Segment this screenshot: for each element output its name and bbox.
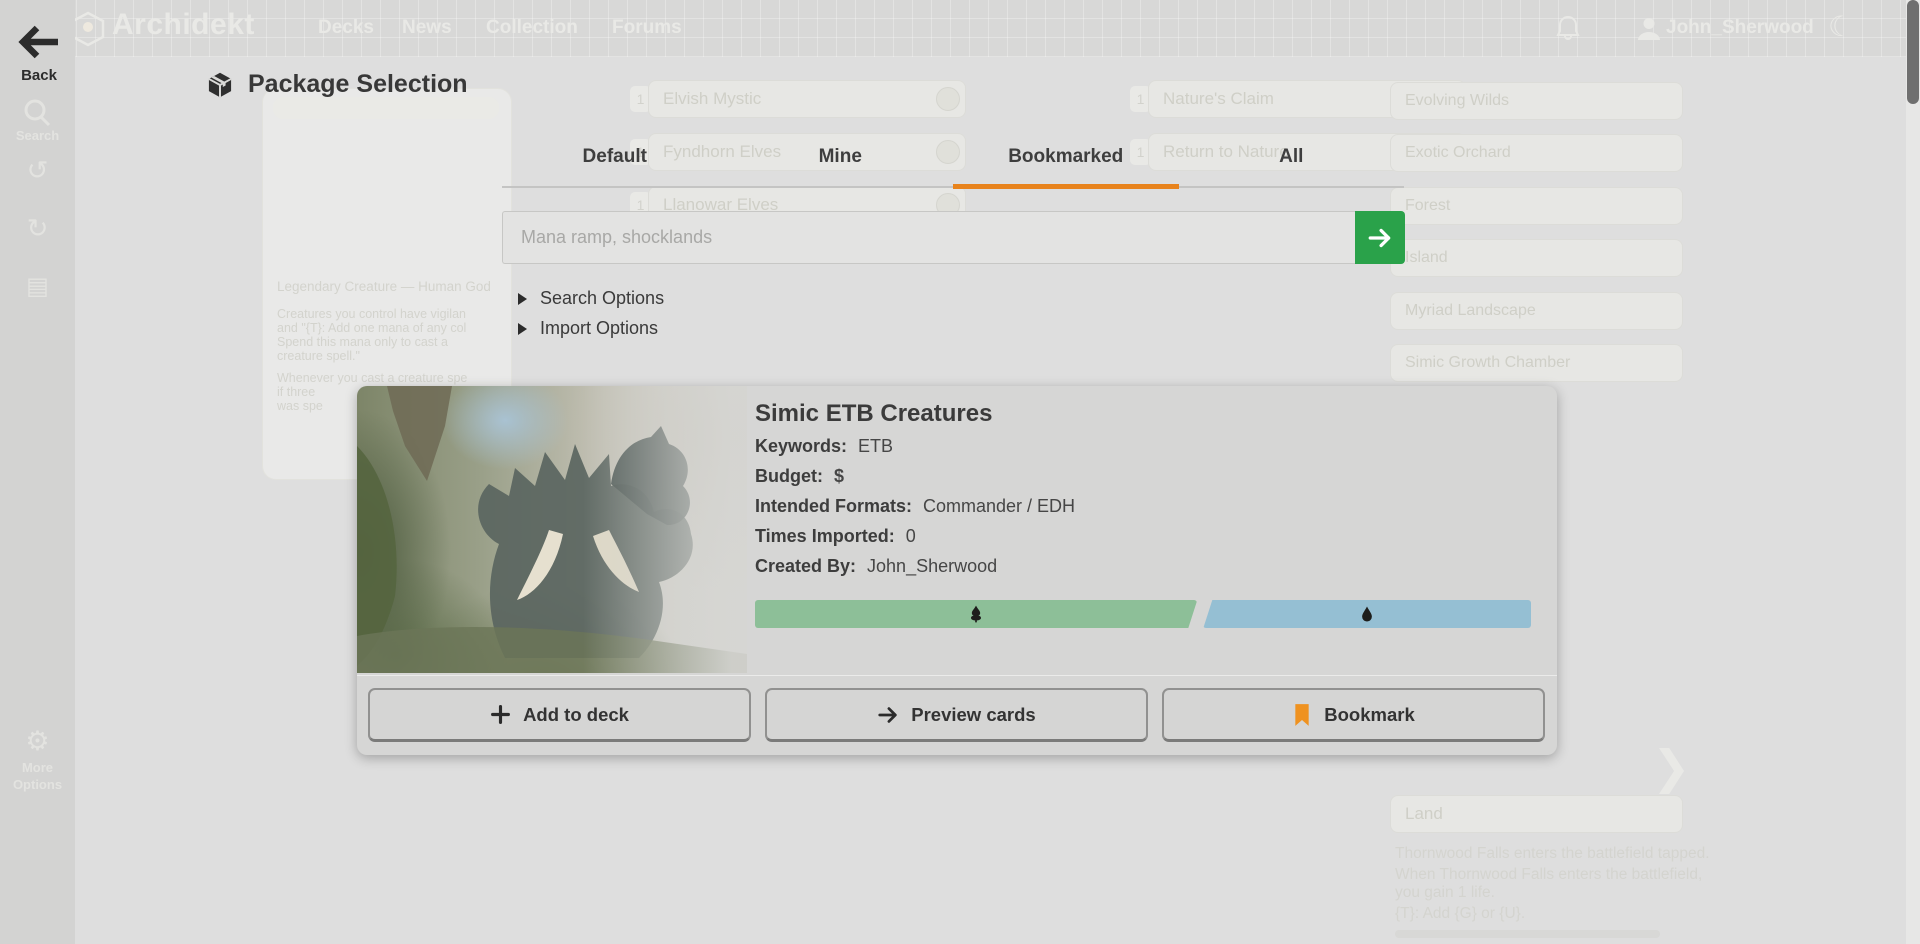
chevron-right-icon (518, 322, 527, 335)
package-icon (208, 72, 232, 97)
search-options-toggle[interactable]: Search Options (518, 288, 664, 309)
card-row: Island (1390, 239, 1683, 277)
card-row: Elvish Mystic (648, 80, 966, 118)
bg-rules-line: {T}: Add {G} or {U}. (1395, 905, 1526, 922)
arrow-right-icon (878, 706, 897, 723)
tab-bookmarked[interactable]: Bookmarked (953, 135, 1179, 189)
nav-link-news[interactable]: News (402, 17, 452, 39)
bg-flavor-bar (1395, 930, 1660, 938)
search-icon[interactable] (0, 98, 75, 128)
field-created-by: Created By: John_Sherwood (755, 556, 998, 576)
nav-link-forums[interactable]: Forums (612, 17, 682, 39)
user-icon[interactable] (1636, 15, 1662, 41)
arrow-right-icon (1368, 228, 1391, 247)
panel-divider (357, 675, 1557, 676)
mana-symbol-icon (936, 87, 960, 111)
card-rules-fragment: Creatures you control have vigilan (277, 307, 466, 321)
top-navbar: Archidekt Decks News Collection Forums J… (0, 0, 1920, 57)
bg-rules-line: you gain 1 life. (1395, 884, 1495, 901)
preview-cards-button[interactable]: Preview cards (765, 688, 1148, 742)
undo-icon[interactable]: ↺ (0, 155, 75, 186)
island-drop-icon (1362, 606, 1373, 622)
field-times-imported: Times Imported: 0 (755, 526, 916, 546)
tab-default[interactable]: Default (502, 135, 728, 186)
category-pill: Land (1390, 795, 1683, 833)
card-rules-fragment: if three (277, 385, 316, 399)
package-search-input[interactable] (502, 211, 1355, 264)
bookmark-icon (1295, 703, 1309, 726)
card-row: Evolving Wilds (1390, 82, 1683, 120)
chevron-right-icon (518, 292, 527, 305)
green-mana-segment (755, 600, 1197, 628)
page-title: Package Selection (206, 70, 468, 99)
archidekt-package-selection-screen: Archidekt Decks News Collection Forums J… (0, 0, 1920, 944)
moon-icon[interactable]: ☾ (1828, 10, 1853, 43)
gear-icon[interactable]: ⚙ (0, 726, 75, 757)
package-card: Simic ETB Creatures Keywords: ETB Budget:… (357, 386, 1557, 755)
import-options-label: Import Options (540, 318, 659, 338)
redo-icon[interactable]: ↻ (0, 213, 75, 244)
plus-icon (491, 705, 511, 724)
bg-rules-line: When Thornwood Falls enters the battlefi… (1395, 866, 1703, 883)
tab-bar: Default Mine Bookmarked All (502, 135, 1405, 189)
nav-link-collection[interactable]: Collection (486, 17, 578, 39)
preview-cards-label: Preview cards (911, 703, 1036, 725)
card-rules-fragment: Spend this mana only to cast a (277, 335, 448, 349)
card-rules-fragment: was spe (277, 399, 323, 413)
package-name: Simic ETB Creatures (755, 400, 993, 427)
bookmark-button[interactable]: Bookmark (1162, 688, 1545, 742)
field-intended-formats: Intended Formats: Commander / EDH (755, 496, 1076, 516)
card-row: Simic Growth Chamber (1390, 344, 1683, 382)
scrollbar-thumb[interactable] (1907, 0, 1919, 104)
back-label: Back (21, 67, 57, 84)
nav-username[interactable]: John_Sherwood (1666, 17, 1814, 39)
card-row: Myriad Landscape (1390, 292, 1683, 330)
search-options-label: Search Options (540, 288, 665, 308)
blue-mana-segment (1203, 600, 1531, 628)
back-button[interactable]: Back (8, 24, 70, 84)
card-rules-fragment: Whenever you cast a creature spe (277, 371, 468, 385)
notes-icon[interactable]: ▤ (0, 272, 75, 301)
sidebar-more-label-1: More (21, 760, 54, 775)
card-rules-fragment: creature spell." (277, 349, 360, 363)
tab-all[interactable]: All (1179, 135, 1405, 186)
sidebar-search-label: Search (15, 128, 60, 143)
sidebar-more-label-2: Options (12, 777, 63, 792)
bg-rules-line: Thornwood Falls enters the battlefield t… (1395, 845, 1710, 862)
card-row: Forest (1390, 187, 1683, 225)
color-identity-bar (755, 600, 1531, 628)
back-arrow-icon (18, 25, 58, 59)
search-submit-button[interactable] (1355, 211, 1405, 264)
import-options-toggle[interactable]: Import Options (518, 318, 658, 339)
card-row: Exotic Orchard (1390, 134, 1683, 172)
card-type-line: Legendary Creature — Human God (277, 279, 491, 294)
archidekt-logo-icon[interactable] (70, 11, 106, 47)
add-to-deck-label: Add to deck (523, 703, 629, 725)
scrollbar-track[interactable] (1906, 0, 1920, 944)
page-title-text: Package Selection (248, 70, 468, 98)
field-budget: Budget: $ (755, 466, 844, 486)
left-sidebar: Search ↺ ↻ ▤ ⚙ More Options (0, 0, 75, 944)
bg-next-chevron-icon: ❯ (1652, 741, 1691, 793)
bookmark-label: Bookmark (1324, 703, 1415, 725)
forest-tree-icon (966, 604, 986, 624)
brand-title[interactable]: Archidekt (112, 8, 255, 42)
add-to-deck-button[interactable]: Add to deck (368, 688, 751, 742)
package-search-row (502, 211, 1405, 264)
card-rules-fragment: and "{T}: Add one mana of any col (277, 321, 467, 335)
field-keywords: Keywords: ETB (755, 436, 894, 456)
package-artwork (357, 386, 747, 673)
bell-icon[interactable] (1556, 15, 1580, 41)
nav-link-decks[interactable]: Decks (318, 17, 374, 39)
tab-mine[interactable]: Mine (728, 135, 954, 186)
